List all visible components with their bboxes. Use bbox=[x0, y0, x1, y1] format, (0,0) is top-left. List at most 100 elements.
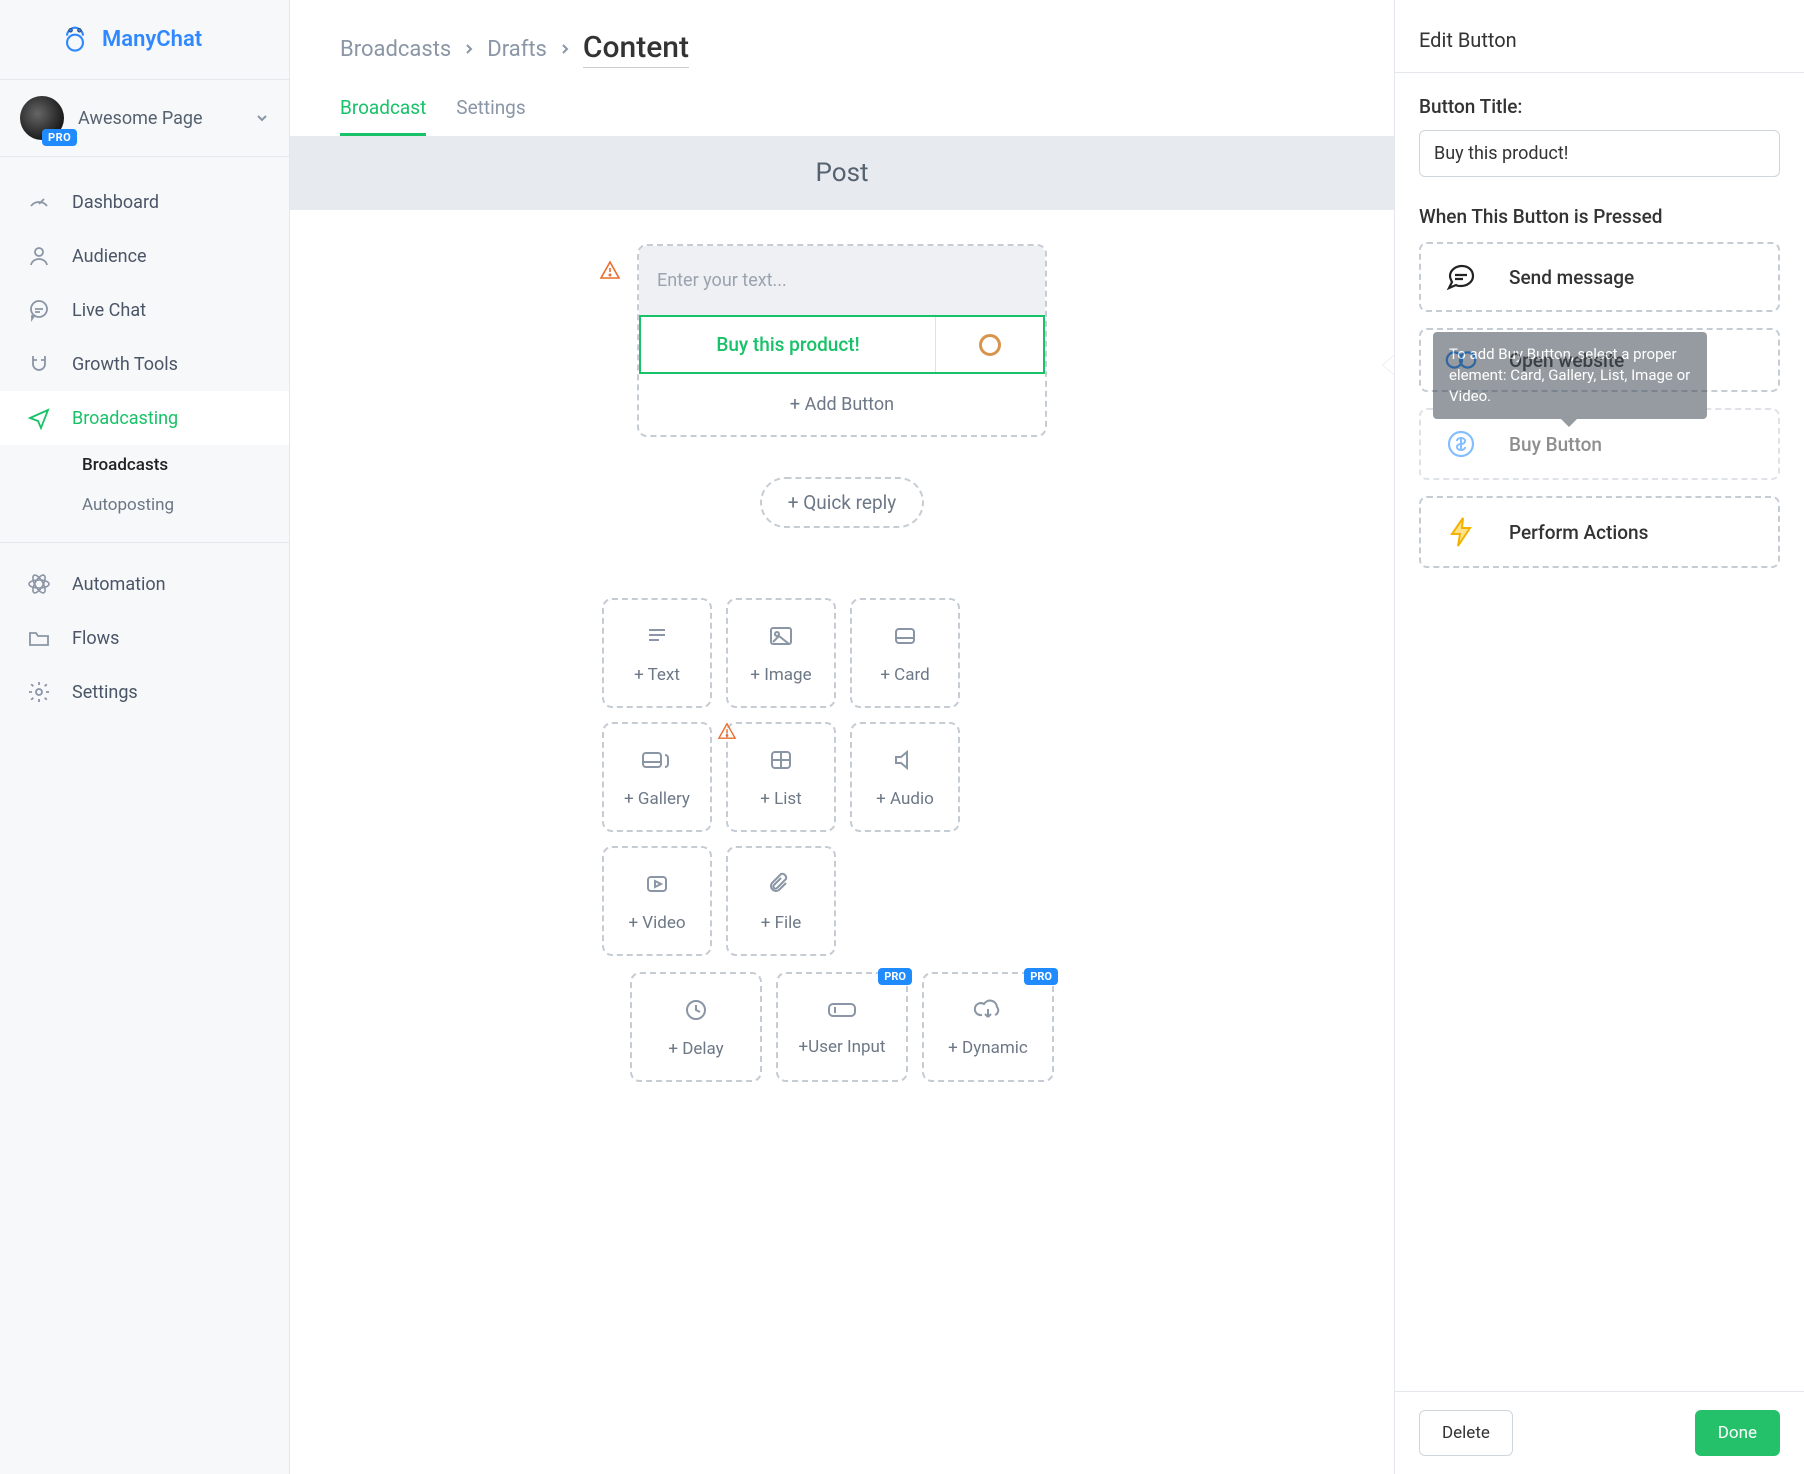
block-label: +User Input bbox=[799, 1037, 886, 1057]
tabs: Broadcast Settings bbox=[340, 96, 1344, 136]
magnet-icon bbox=[26, 351, 52, 377]
content-blocks: + Text + Image + Card + Gallery + List bbox=[602, 598, 1082, 1082]
step-indicator-icon bbox=[979, 334, 1001, 356]
text-icon bbox=[643, 622, 671, 655]
nav-dashboard[interactable]: Dashboard bbox=[0, 175, 289, 229]
nav-livechat[interactable]: Live Chat bbox=[0, 283, 289, 337]
warning-icon bbox=[718, 722, 736, 745]
editor: Enter your text... Buy this product! + A… bbox=[290, 210, 1394, 1122]
chevron-right-icon bbox=[559, 43, 571, 55]
field-label: Button Title: bbox=[1419, 95, 1780, 118]
nav-sub-broadcasts[interactable]: Broadcasts bbox=[0, 445, 289, 485]
block-image[interactable]: + Image bbox=[726, 598, 836, 708]
nav-flows[interactable]: Flows bbox=[0, 611, 289, 665]
crumb-broadcasts[interactable]: Broadcasts bbox=[340, 37, 451, 62]
block-userinput[interactable]: PRO +User Input bbox=[776, 972, 908, 1082]
block-label: + Audio bbox=[876, 789, 934, 809]
nav-sub-autoposting[interactable]: Autoposting bbox=[0, 485, 289, 525]
block-list[interactable]: + List bbox=[726, 722, 836, 832]
panel-body: Button Title: When This Button is Presse… bbox=[1395, 73, 1804, 1391]
gallery-icon bbox=[640, 746, 674, 779]
clock-icon bbox=[682, 996, 710, 1029]
block-label: + Text bbox=[634, 665, 680, 685]
pro-badge: PRO bbox=[1024, 968, 1058, 985]
main: Broadcasts Drafts Content Broadcast Sett… bbox=[290, 0, 1394, 1474]
nav-label: Settings bbox=[72, 682, 138, 703]
block-label: + List bbox=[760, 789, 802, 809]
nav-label: Audience bbox=[72, 246, 147, 267]
card-icon bbox=[891, 622, 919, 655]
warning-icon bbox=[600, 260, 620, 284]
action-perform-actions[interactable]: Perform Actions bbox=[1419, 496, 1780, 568]
add-quick-reply[interactable]: + Quick reply bbox=[760, 477, 925, 528]
block-card[interactable]: + Card bbox=[850, 598, 960, 708]
action-label: Buy Button bbox=[1509, 433, 1602, 456]
tab-broadcast[interactable]: Broadcast bbox=[340, 96, 426, 136]
main-header: Broadcasts Drafts Content Broadcast Sett… bbox=[290, 0, 1394, 136]
nav-label: Dashboard bbox=[72, 192, 159, 213]
message-block: Enter your text... Buy this product! + A… bbox=[637, 244, 1047, 437]
action-label: Perform Actions bbox=[1509, 521, 1648, 544]
message-button-selected[interactable]: Buy this product! bbox=[639, 315, 1045, 374]
image-icon bbox=[767, 622, 795, 655]
audio-icon bbox=[891, 746, 919, 779]
button-title-input[interactable] bbox=[1419, 130, 1780, 177]
block-label: + Card bbox=[880, 665, 929, 685]
paperclip-icon bbox=[767, 870, 795, 903]
dollar-icon bbox=[1443, 428, 1479, 460]
node-title[interactable]: Post bbox=[290, 136, 1394, 210]
block-audio[interactable]: + Audio bbox=[850, 722, 960, 832]
page-avatar: PRO bbox=[20, 96, 64, 140]
nav-broadcasting[interactable]: Broadcasting bbox=[0, 391, 289, 445]
action-label: Send message bbox=[1509, 266, 1634, 289]
gauge-icon bbox=[26, 189, 52, 215]
block-label: + Delay bbox=[668, 1039, 723, 1059]
list-icon bbox=[767, 746, 795, 779]
message-text-input[interactable]: Enter your text... bbox=[639, 246, 1045, 315]
done-button[interactable]: Done bbox=[1695, 1410, 1780, 1456]
nav: Dashboard Audience Live Chat Growth Tool… bbox=[0, 157, 289, 719]
action-list: Send message Open website Call number To… bbox=[1419, 242, 1780, 568]
crumb-current[interactable]: Content bbox=[583, 30, 689, 68]
pro-badge: PRO bbox=[42, 129, 77, 146]
sidebar: ManyChat PRO Awesome Page Dashboard Audi… bbox=[0, 0, 290, 1474]
person-icon bbox=[26, 243, 52, 269]
pro-badge: PRO bbox=[878, 968, 912, 985]
send-icon bbox=[26, 405, 52, 431]
input-icon bbox=[826, 998, 858, 1027]
action-buy-button[interactable]: To add Buy Button, select a proper eleme… bbox=[1419, 408, 1780, 480]
block-label: + File bbox=[761, 913, 802, 933]
chevron-right-icon bbox=[463, 43, 475, 55]
delete-button[interactable]: Delete bbox=[1419, 1410, 1513, 1456]
manychat-logo-icon bbox=[60, 25, 90, 55]
gear-icon bbox=[26, 679, 52, 705]
block-dynamic[interactable]: PRO + Dynamic bbox=[922, 972, 1054, 1082]
block-label: + Video bbox=[628, 913, 685, 933]
tab-settings[interactable]: Settings bbox=[456, 96, 525, 136]
action-send-message[interactable]: Send message bbox=[1419, 242, 1780, 312]
add-button[interactable]: + Add Button bbox=[639, 374, 1045, 435]
block-video[interactable]: + Video bbox=[602, 846, 712, 956]
chevron-down-icon bbox=[255, 111, 269, 125]
brand-row[interactable]: ManyChat bbox=[0, 0, 289, 80]
page-selector[interactable]: PRO Awesome Page bbox=[0, 80, 289, 157]
breadcrumb: Broadcasts Drafts Content bbox=[340, 30, 1344, 68]
chat-icon bbox=[26, 297, 52, 323]
page-name: Awesome Page bbox=[78, 108, 241, 129]
block-gallery[interactable]: + Gallery bbox=[602, 722, 712, 832]
nav-automation[interactable]: Automation bbox=[0, 557, 289, 611]
nav-label: Flows bbox=[72, 628, 119, 649]
nav-settings[interactable]: Settings bbox=[0, 665, 289, 719]
nav-audience[interactable]: Audience bbox=[0, 229, 289, 283]
message-button-status[interactable] bbox=[935, 317, 1043, 372]
block-text[interactable]: + Text bbox=[602, 598, 712, 708]
block-file[interactable]: + File bbox=[726, 846, 836, 956]
nav-growthtools[interactable]: Growth Tools bbox=[0, 337, 289, 391]
edit-button-panel: Edit Button Button Title: When This Butt… bbox=[1394, 0, 1804, 1474]
block-delay[interactable]: + Delay bbox=[630, 972, 762, 1082]
atom-icon bbox=[26, 571, 52, 597]
brand-name: ManyChat bbox=[102, 27, 202, 52]
crumb-drafts[interactable]: Drafts bbox=[487, 37, 547, 62]
panel-pointer-icon bbox=[1383, 355, 1394, 375]
panel-title: Edit Button bbox=[1395, 0, 1804, 73]
